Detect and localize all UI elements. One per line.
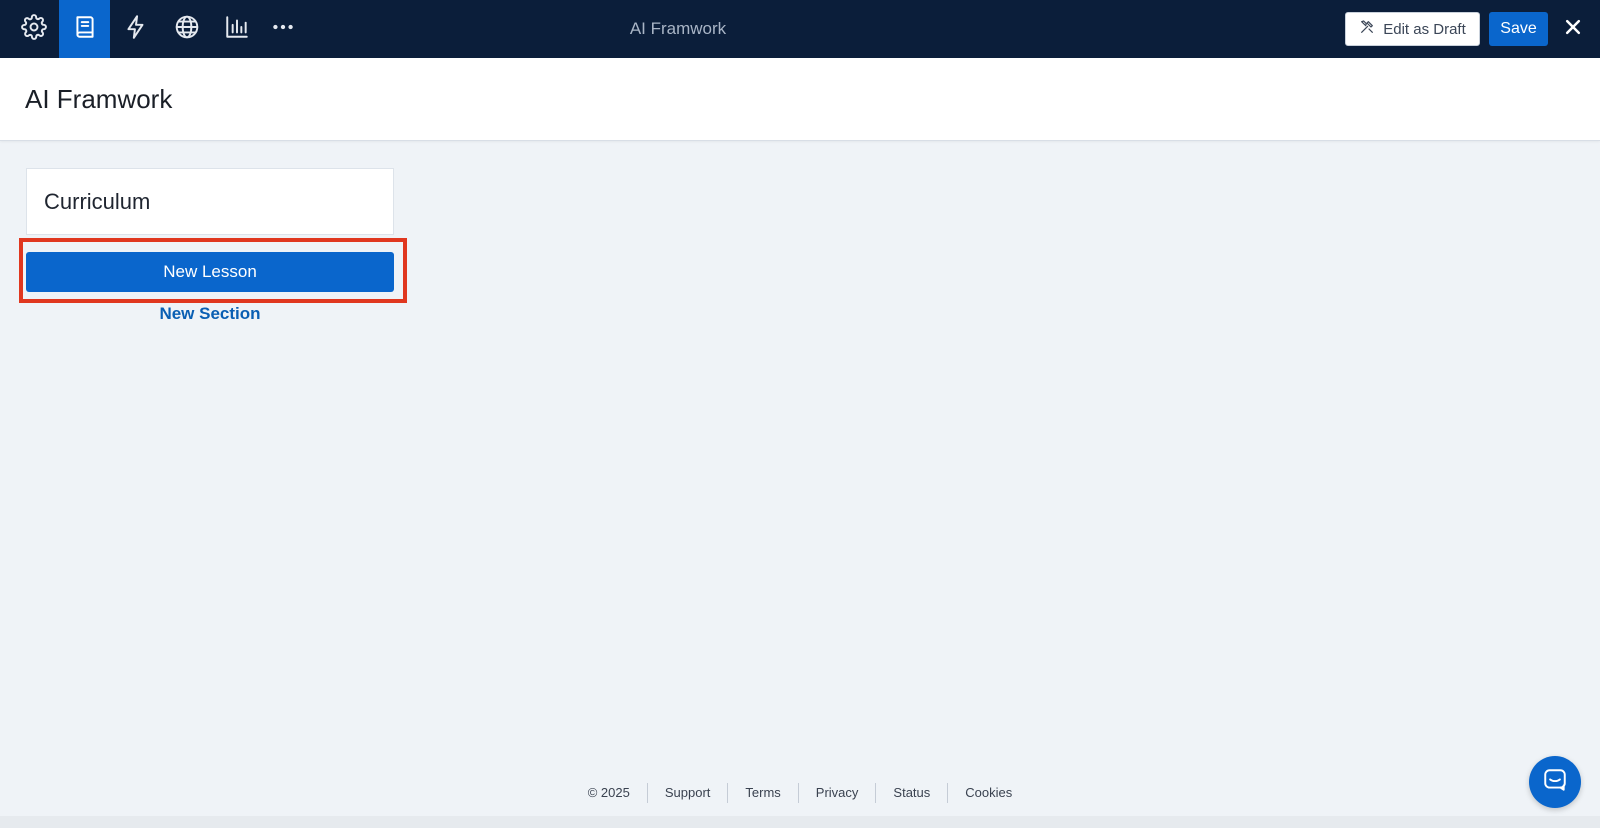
curriculum-card: Curriculum xyxy=(26,168,394,235)
edit-as-draft-label: Edit as Draft xyxy=(1383,20,1466,38)
save-button[interactable]: Save xyxy=(1489,12,1548,46)
new-lesson-button[interactable]: New Lesson xyxy=(26,252,394,292)
close-icon xyxy=(1563,17,1583,42)
footer-link-status[interactable]: Status xyxy=(875,783,947,803)
footer-copyright: © 2025 xyxy=(587,785,630,800)
bottom-edge xyxy=(0,816,1600,828)
new-section-link[interactable]: New Section xyxy=(26,303,394,325)
footer-link-terms[interactable]: Terms xyxy=(727,783,797,803)
chat-icon xyxy=(1542,767,1568,798)
toolbar-course-title: AI Framwork xyxy=(629,19,727,38)
page-title: AI Framwork xyxy=(25,84,173,114)
page-header: AI Framwork xyxy=(0,58,1600,141)
top-toolbar: AI Framwork Edit as Draft Save xyxy=(0,0,1600,58)
edit-as-draft-button[interactable]: Edit as Draft xyxy=(1345,12,1480,46)
footer: © 2025 Support Terms Privacy Status Cook… xyxy=(0,783,1600,803)
footer-link-support[interactable]: Support xyxy=(646,783,728,803)
draft-tools-icon xyxy=(1359,19,1375,39)
footer-link-privacy[interactable]: Privacy xyxy=(797,783,876,803)
close-button[interactable] xyxy=(1558,12,1588,46)
chat-launcher-button[interactable] xyxy=(1529,756,1581,808)
footer-link-cookies[interactable]: Cookies xyxy=(947,783,1029,803)
